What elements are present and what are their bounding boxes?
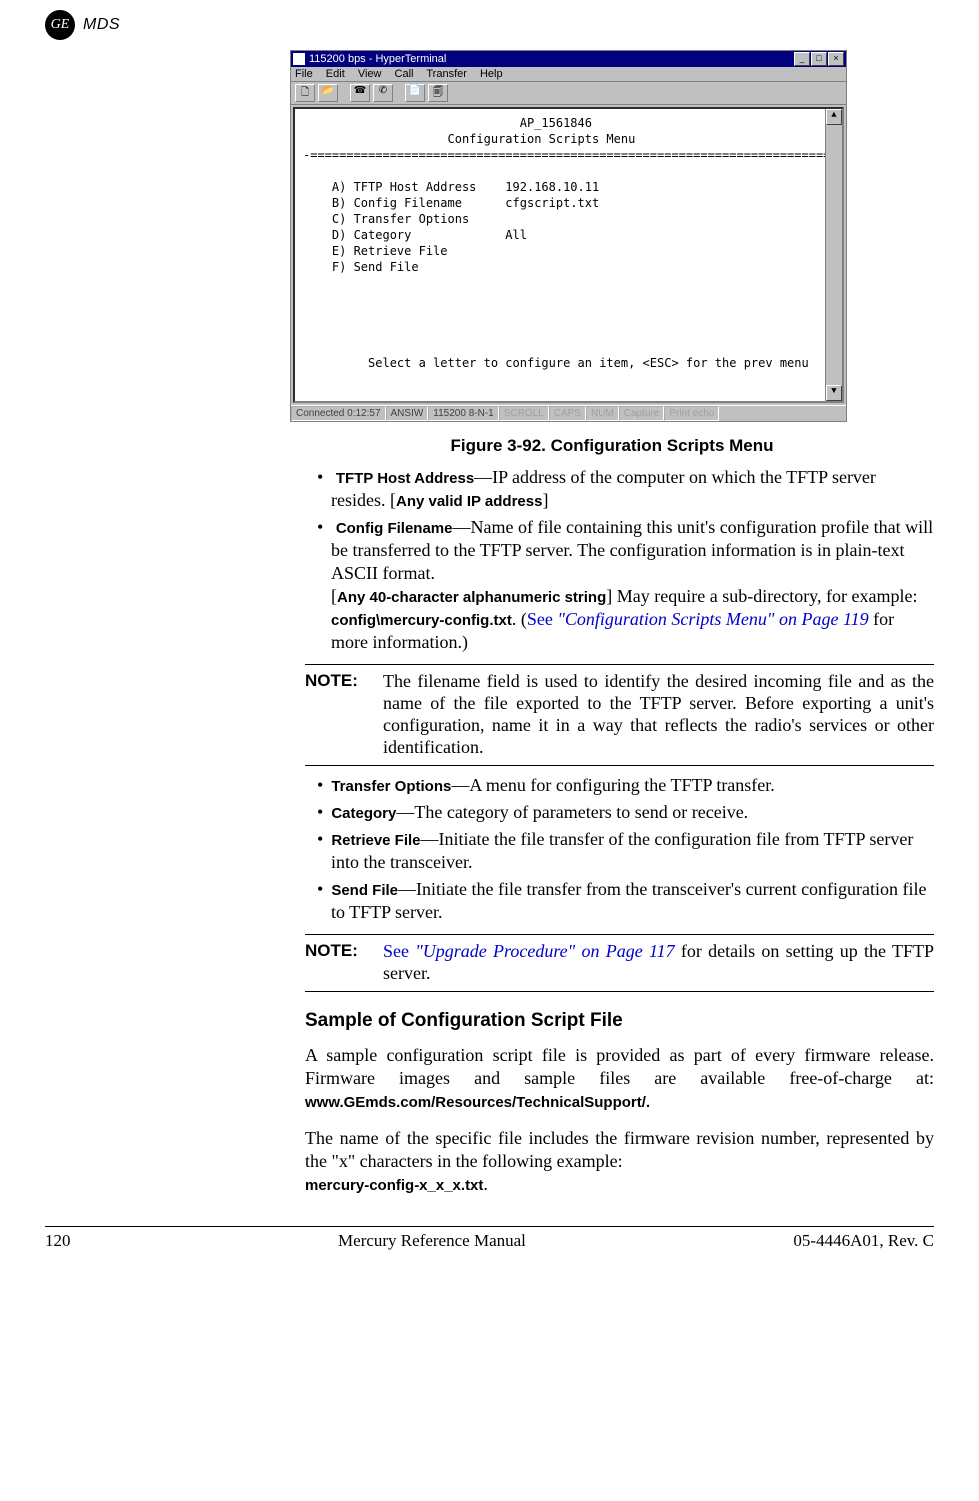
- toolbar-open-icon[interactable]: 📂: [318, 84, 338, 102]
- term-tftp-host: TFTP Host Address: [336, 470, 474, 487]
- statusbar: Connected 0:12:57 ANSIW 115200 8-N-1 SCR…: [291, 405, 846, 421]
- app-icon: [293, 53, 305, 65]
- note-body: See "Upgrade Procedure" on Page 117 for …: [383, 941, 934, 985]
- term-config-filename: Config Filename: [336, 520, 453, 537]
- footer-title: Mercury Reference Manual: [338, 1231, 526, 1251]
- list-item: Retrieve File—Initiate the file transfer…: [305, 828, 934, 874]
- status-baud: 115200 8-N-1: [428, 406, 498, 421]
- menu-edit[interactable]: Edit: [326, 68, 345, 80]
- window-titlebar: 115200 bps - HyperTerminal _ □ ×: [291, 51, 846, 67]
- bullet-list-a: TFTP Host Address—IP address of the comp…: [305, 466, 934, 654]
- paragraph: The name of the specific file includes t…: [305, 1127, 934, 1196]
- status-num: NUM: [586, 406, 619, 421]
- toolbar-new-icon[interactable]: 🗋: [295, 84, 315, 102]
- status-capture: Capture: [619, 406, 665, 421]
- page-number: 120: [45, 1231, 71, 1251]
- terminal-content: AP_1561846 Configuration Scripts Menu -=…: [293, 107, 844, 403]
- footer-rev: 05-4446A01, Rev. C: [793, 1231, 934, 1251]
- list-item: Category—The category of parameters to s…: [305, 801, 934, 824]
- footer-rule: [45, 1226, 934, 1227]
- hyperterminal-window: 115200 bps - HyperTerminal _ □ × File Ed…: [290, 50, 847, 422]
- list-item: Transfer Options—A menu for configuring …: [305, 774, 934, 797]
- note-block-1: NOTE: The filename field is used to iden…: [305, 664, 934, 766]
- support-url[interactable]: www.GEmds.com/Resources/TechnicalSupport…: [305, 1094, 650, 1111]
- toolbar: 🗋 📂 ☎ ✆ 📄 🗐: [291, 82, 846, 105]
- toolbar-send-icon[interactable]: 📄: [405, 84, 425, 102]
- toolbar-props-icon[interactable]: 🗐: [428, 84, 448, 102]
- bullet-list-b: Transfer Options—A menu for configuring …: [305, 774, 934, 924]
- paragraph: A sample configuration script file is pr…: [305, 1044, 934, 1113]
- menu-transfer[interactable]: Transfer: [426, 68, 467, 80]
- status-scroll: SCROLL: [499, 406, 549, 421]
- figure-block: 115200 bps - HyperTerminal _ □ × File Ed…: [290, 50, 934, 456]
- menu-help[interactable]: Help: [480, 68, 503, 80]
- toolbar-connect-icon[interactable]: ☎: [350, 84, 370, 102]
- menu-call[interactable]: Call: [395, 68, 414, 80]
- minimize-icon[interactable]: _: [794, 52, 810, 66]
- maximize-icon[interactable]: □: [811, 52, 827, 66]
- toolbar-disconnect-icon[interactable]: ✆: [373, 84, 393, 102]
- figure-caption: Figure 3-92. Configuration Scripts Menu: [290, 436, 934, 456]
- page-header: GE MDS: [45, 10, 934, 40]
- list-item: Config Filename—Name of file containing …: [305, 516, 934, 654]
- status-caps: CAPS: [549, 406, 586, 421]
- menubar: File Edit View Call Transfer Help: [291, 67, 846, 82]
- status-echo: Print echo: [664, 406, 719, 421]
- window-title: 115200 bps - HyperTerminal: [309, 53, 446, 65]
- footer: 120 Mercury Reference Manual 05-4446A01,…: [45, 1231, 934, 1257]
- scroll-down-icon[interactable]: ▼: [826, 385, 842, 401]
- ge-logo-icon: GE: [45, 10, 75, 40]
- list-item: TFTP Host Address—IP address of the comp…: [305, 466, 934, 512]
- scroll-up-icon[interactable]: ▲: [826, 109, 842, 125]
- subheading: Sample of Configuration Script File: [305, 1010, 934, 1032]
- see-link[interactable]: See: [383, 941, 415, 961]
- menu-file[interactable]: File: [295, 68, 313, 80]
- list-item: Send File—Initiate the file transfer fro…: [305, 878, 934, 924]
- note-block-2: NOTE: See "Upgrade Procedure" on Page 11…: [305, 934, 934, 992]
- note-label: NOTE:: [305, 941, 383, 985]
- note-body: The filename field is used to identify t…: [383, 671, 934, 759]
- config-scripts-link[interactable]: "Configuration Scripts Menu" on Page 119: [557, 609, 868, 629]
- status-connected: Connected 0:12:57: [291, 406, 386, 421]
- see-link[interactable]: See: [527, 609, 558, 629]
- close-icon[interactable]: ×: [828, 52, 844, 66]
- brand-text: MDS: [83, 16, 120, 34]
- status-emulation: ANSIW: [386, 406, 429, 421]
- menu-view[interactable]: View: [358, 68, 382, 80]
- upgrade-procedure-link[interactable]: "Upgrade Procedure" on Page 117: [415, 941, 674, 961]
- vertical-scrollbar[interactable]: ▲ ▼: [825, 109, 842, 401]
- terminal-text: AP_1561846 Configuration Scripts Menu -=…: [303, 115, 834, 371]
- note-label: NOTE:: [305, 671, 383, 759]
